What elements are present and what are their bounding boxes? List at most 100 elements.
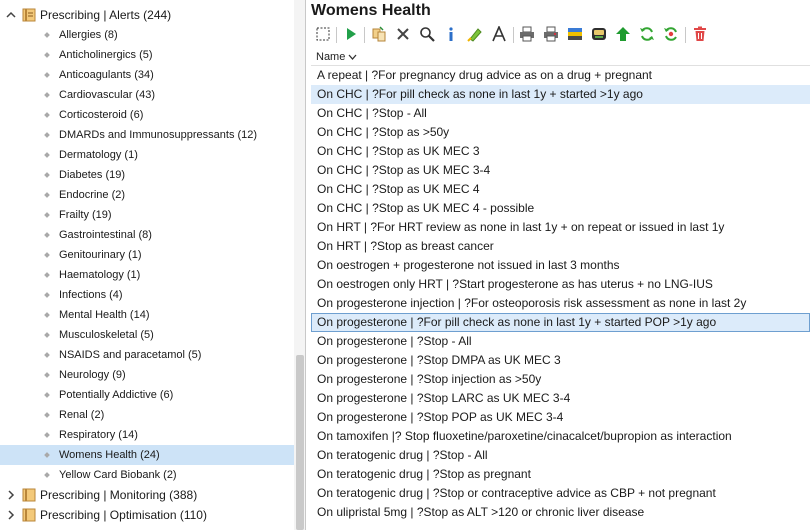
bullet-icon <box>44 272 50 278</box>
tree-item-label: Frailty (19) <box>59 209 112 221</box>
tree-item-label: Renal (2) <box>59 409 105 421</box>
database-icon[interactable] <box>589 24 609 44</box>
tree-item-haematology[interactable]: Haematology (1) <box>0 265 294 285</box>
list-header: Name <box>311 50 810 66</box>
search-icon[interactable] <box>417 24 437 44</box>
bullet-icon <box>44 232 50 238</box>
tree-item-anticoagulants[interactable]: Anticoagulants (34) <box>0 65 294 85</box>
chevron-down-icon[interactable] <box>348 54 357 61</box>
list-item[interactable]: On progesterone | ?Stop DMPA as UK MEC 3 <box>311 351 810 370</box>
refresh-all-icon[interactable] <box>661 24 681 44</box>
list-item[interactable]: On teratogenic drug | ?Stop as pregnant <box>311 465 810 484</box>
list-item[interactable]: On oestrogen only HRT | ?Start progester… <box>311 275 810 294</box>
tree-item-label: Infections (4) <box>59 289 123 301</box>
tree-item-anticholinergics[interactable]: Anticholinergics (5) <box>0 45 294 65</box>
list-item[interactable]: On progesterone injection | ?For osteopo… <box>311 294 810 313</box>
tree-item-allergies[interactable]: Allergies (8) <box>0 25 294 45</box>
tree-item-renal[interactable]: Renal (2) <box>0 405 294 425</box>
tree-item-label: Cardiovascular (43) <box>59 89 155 101</box>
list-item[interactable]: On HRT | ?Stop as breast cancer <box>311 237 810 256</box>
info-icon[interactable] <box>441 24 461 44</box>
tree-item-label: Genitourinary (1) <box>59 249 142 261</box>
list-item[interactable]: On oestrogen + progesterone not issued i… <box>311 256 810 275</box>
move-up-icon[interactable] <box>613 24 633 44</box>
tree-item-musculoskeletal[interactable]: Musculoskeletal (5) <box>0 325 294 345</box>
tree-item-mental-health[interactable]: Mental Health (14) <box>0 305 294 325</box>
font-icon[interactable] <box>489 24 509 44</box>
bullet-icon <box>44 132 50 138</box>
tree-item-potentially-addictive[interactable]: Potentially Addictive (6) <box>0 385 294 405</box>
tree-item-respiratory[interactable]: Respiratory (14) <box>0 425 294 445</box>
tree-item-infections[interactable]: Infections (4) <box>0 285 294 305</box>
bullet-icon <box>44 292 50 298</box>
tree-node-prescribing-optimisation[interactable]: Prescribing | Optimisation (110) <box>0 505 294 525</box>
list-item[interactable]: On CHC | ?Stop - All <box>311 104 810 123</box>
chevron-right-icon[interactable] <box>4 485 18 505</box>
book-icon <box>22 488 36 502</box>
tree-node-prescribing-monitoring[interactable]: Prescribing | Monitoring (388) <box>0 485 294 505</box>
list-item[interactable]: On progesterone | ?Stop LARC as UK MEC 3… <box>311 389 810 408</box>
list-item[interactable]: On progesterone | ?Stop - All <box>311 332 810 351</box>
bullet-icon <box>44 472 50 478</box>
tree-scrollbar[interactable] <box>294 0 305 530</box>
tree-item-dmards[interactable]: DMARDs and Immunosuppressants (12) <box>0 125 294 145</box>
tree-item-label: Potentially Addictive (6) <box>59 389 174 401</box>
print-icon[interactable] <box>517 24 537 44</box>
tree-item-label: Anticholinergics (5) <box>59 49 153 61</box>
refresh-icon[interactable] <box>637 24 657 44</box>
trash-icon[interactable] <box>690 24 710 44</box>
highlight-icon[interactable] <box>465 24 485 44</box>
export-icon[interactable] <box>565 24 585 44</box>
list-item[interactable]: On teratogenic drug | ?Stop - All <box>311 446 810 465</box>
list-item[interactable]: On ulipristal 5mg | ?Stop as ALT >120 or… <box>311 503 810 522</box>
book-icon <box>22 508 36 522</box>
select-icon[interactable] <box>313 24 333 44</box>
tree-item-label: Neurology (9) <box>59 369 126 381</box>
list-item[interactable]: On CHC | ?Stop as UK MEC 4 - possible <box>311 199 810 218</box>
list-item-hovered[interactable]: On CHC | ?For pill check as none in last… <box>311 85 810 104</box>
delete-x-icon[interactable] <box>393 24 413 44</box>
bullet-icon <box>44 172 50 178</box>
tree-item-corticosteroid[interactable]: Corticosteroid (6) <box>0 105 294 125</box>
list-item[interactable]: On CHC | ?Stop as UK MEC 3 <box>311 142 810 161</box>
copy-icon[interactable] <box>369 24 389 44</box>
list-item[interactable]: On tamoxifen |? Stop fluoxetine/paroxeti… <box>311 427 810 446</box>
panel-title: Womens Health <box>311 2 431 19</box>
chevron-up-icon[interactable] <box>4 5 18 25</box>
tree-item-diabetes[interactable]: Diabetes (19) <box>0 165 294 185</box>
chevron-right-icon[interactable] <box>4 505 18 525</box>
tree-item-endocrine[interactable]: Endocrine (2) <box>0 185 294 205</box>
tree-item-label: Haematology (1) <box>59 269 141 281</box>
list-item[interactable]: On progesterone | ?Stop injection as >50… <box>311 370 810 389</box>
list-item[interactable]: On progesterone | ?Stop POP as UK MEC 3-… <box>311 408 810 427</box>
list-item[interactable]: On CHC | ?Stop as UK MEC 3-4 <box>311 161 810 180</box>
tree-item-label: Dermatology (1) <box>59 149 138 161</box>
list-item[interactable]: On CHC | ?Stop as >50y <box>311 123 810 142</box>
list-item[interactable]: On CHC | ?Stop as UK MEC 4 <box>311 180 810 199</box>
bullet-icon <box>44 432 50 438</box>
list-item-focused[interactable]: On progesterone | ?For pill check as non… <box>311 313 810 332</box>
tree-item-label: Mental Health (14) <box>59 309 150 321</box>
tree-item-nsaids[interactable]: NSAIDS and paracetamol (5) <box>0 345 294 365</box>
tree-item-dermatology[interactable]: Dermatology (1) <box>0 145 294 165</box>
column-header-name[interactable]: Name <box>316 51 357 63</box>
tree-node-label: Prescribing | Alerts (244) <box>40 8 172 22</box>
bullet-icon <box>44 412 50 418</box>
list-item[interactable]: On teratogenic drug | ?Stop or contracep… <box>311 484 810 503</box>
tree-item-frailty[interactable]: Frailty (19) <box>0 205 294 225</box>
list-item[interactable]: A repeat | ?For pregnancy drug advice as… <box>311 66 810 85</box>
bullet-icon <box>44 312 50 318</box>
tree-item-label: Respiratory (14) <box>59 429 138 441</box>
list-item[interactable]: On HRT | ?For HRT review as none in last… <box>311 218 810 237</box>
print-preview-icon[interactable] <box>541 24 561 44</box>
tree-scrollbar-thumb[interactable] <box>296 355 304 530</box>
tree-item-cardiovascular[interactable]: Cardiovascular (43) <box>0 85 294 105</box>
run-icon[interactable] <box>341 24 361 44</box>
toolbar-separator <box>364 27 365 43</box>
tree-item-yellow-card[interactable]: Yellow Card Biobank (2) <box>0 465 294 485</box>
tree-item-neurology[interactable]: Neurology (9) <box>0 365 294 385</box>
tree-node-prescribing-alerts[interactable]: Prescribing | Alerts (244) <box>0 5 294 25</box>
tree-item-gastrointestinal[interactable]: Gastrointestinal (8) <box>0 225 294 245</box>
tree-item-womens-health[interactable]: Womens Health (24) <box>0 445 294 465</box>
tree-item-genitourinary[interactable]: Genitourinary (1) <box>0 245 294 265</box>
